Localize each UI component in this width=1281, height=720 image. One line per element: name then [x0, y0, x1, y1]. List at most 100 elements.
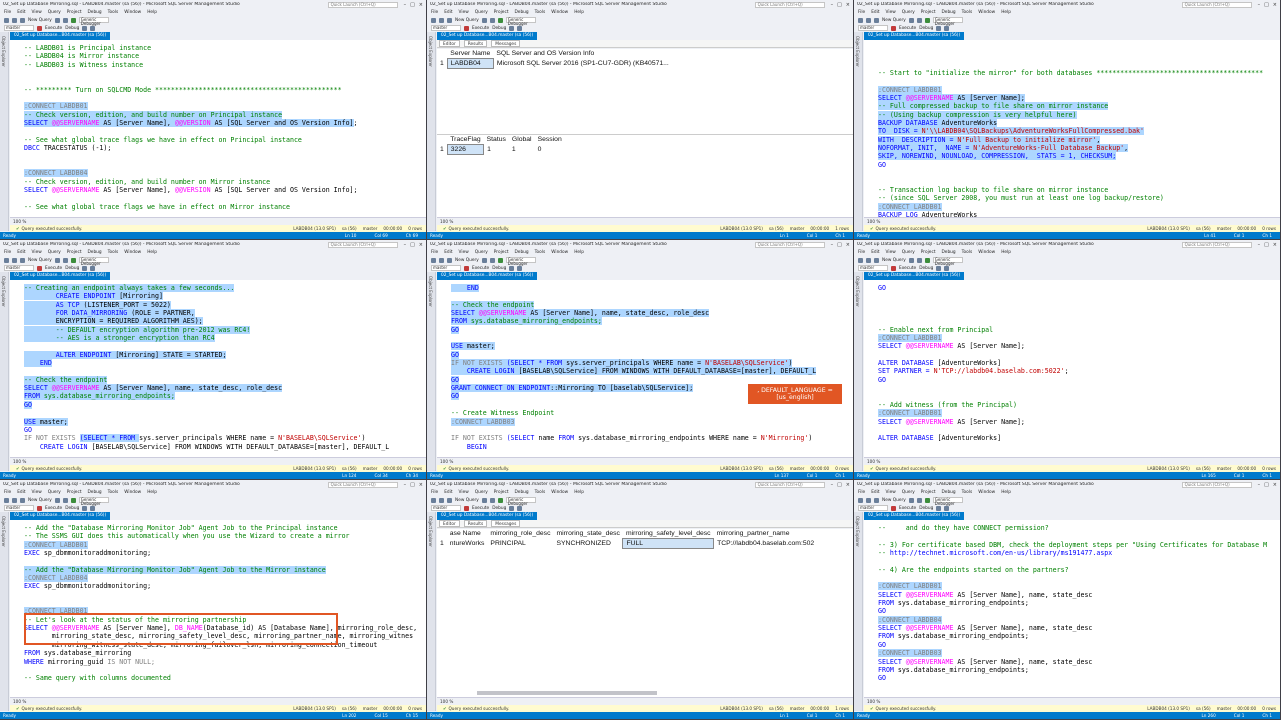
column-header[interactable]	[437, 135, 447, 145]
menu-project[interactable]: Project	[494, 490, 509, 495]
menu-window[interactable]: Window	[551, 10, 568, 15]
code-line[interactable]	[451, 426, 849, 434]
redo-icon[interactable]	[916, 497, 922, 503]
code-line[interactable]: FOR DATA_MIRRORING (ROLE = PARTNER,	[24, 309, 422, 318]
code-line[interactable]	[878, 532, 1276, 540]
close-icon[interactable]: ×	[419, 2, 423, 8]
menu-help[interactable]: Help	[574, 250, 584, 255]
code-line[interactable]: DBCC TRACESTATUS (-1);	[24, 144, 422, 152]
new-query-icon[interactable]	[447, 17, 452, 23]
code-line[interactable]: CREATE LOGIN [BASELAB\SQLService] FROM W…	[451, 367, 849, 376]
start-debugger-icon[interactable]	[924, 497, 930, 503]
database-select[interactable]: master	[4, 265, 34, 271]
start-debugger-icon[interactable]	[497, 17, 503, 23]
database-select[interactable]: master	[431, 505, 461, 511]
code-area[interactable]: -- Creating an endpoint always takes a f…	[24, 284, 422, 451]
database-select[interactable]: master	[858, 505, 888, 511]
debugger-select[interactable]: Generic Debugger	[932, 497, 963, 506]
close-icon[interactable]: ×	[1273, 482, 1277, 488]
save-icon[interactable]	[866, 17, 871, 23]
code-line[interactable]: CREATE LOGIN [BASELAB\SQLService] FROM W…	[24, 443, 422, 451]
close-icon[interactable]: ×	[846, 482, 850, 488]
save-icon[interactable]	[12, 17, 17, 23]
new-query-button[interactable]: New Query	[455, 498, 479, 503]
new-query-button[interactable]: New Query	[28, 498, 52, 503]
menu-edit[interactable]: Edit	[871, 250, 879, 255]
debugger-select[interactable]: Generic Debugger	[78, 497, 109, 506]
new-query-icon[interactable]	[20, 17, 25, 23]
menu-file[interactable]: File	[431, 490, 438, 495]
database-select[interactable]: master	[858, 25, 888, 31]
menu-tools[interactable]: Tools	[108, 490, 119, 495]
code-line[interactable]: -- Check the endpoint	[451, 300, 849, 309]
quick-launch-input[interactable]: Quick Launch (Ctrl+Q)	[754, 1, 825, 8]
code-area[interactable]: -- LABDB01 is Principal instance -- LABDB…	[24, 44, 422, 211]
code-line[interactable]: -- 3) For certificate based DBM, check t…	[878, 541, 1276, 549]
menu-view[interactable]: View	[32, 490, 42, 495]
parse-icon[interactable]	[82, 25, 88, 31]
quick-launch-input[interactable]: Quick Launch (Ctrl+Q)	[1181, 241, 1252, 248]
zoom-level[interactable]: 100 %	[440, 699, 453, 704]
table-row[interactable]: 1 ntureWorks PRINCIPAL SYNCHRONIZED FULL TCP:…	[437, 538, 817, 549]
results-grid[interactable]: TraceFlag Status Global Session 1 3226 1 1 0	[437, 135, 853, 217]
parse-icon[interactable]	[82, 265, 88, 271]
column-header[interactable]: mirroring_state_desc	[553, 529, 622, 539]
menu-tools[interactable]: Tools	[108, 250, 119, 255]
save-icon[interactable]	[12, 497, 17, 503]
menu-project[interactable]: Project	[494, 10, 509, 15]
results-to-grid-icon[interactable]	[944, 265, 950, 271]
menu-help[interactable]: Help	[147, 10, 157, 15]
code-line[interactable]: IF NOT EXISTS (SELECT * FROM sys.server_…	[451, 359, 849, 368]
menu-help[interactable]: Help	[1001, 10, 1011, 15]
code-line[interactable]	[24, 599, 422, 607]
code-line[interactable]: FROM sys.database_mirroring	[24, 649, 422, 657]
menu-debug[interactable]: Debug	[88, 250, 102, 255]
code-line[interactable]: -- Add the "Database Mirroring Monitor J…	[24, 524, 422, 532]
back-icon[interactable]	[431, 257, 436, 263]
undo-icon[interactable]	[481, 257, 487, 263]
back-icon[interactable]	[4, 497, 9, 503]
code-line[interactable]	[24, 194, 422, 202]
code-line[interactable]: GO	[24, 426, 422, 434]
execute-button[interactable]: Execute	[472, 506, 489, 511]
code-line[interactable]: SET PARTNER = N'TCP://labdb04.baselab.co…	[878, 367, 1276, 375]
code-line[interactable]: -- Check version, edition, and build num…	[24, 110, 422, 119]
minimize-icon[interactable]: –	[1258, 2, 1261, 8]
code-line[interactable]	[24, 77, 422, 85]
redo-icon[interactable]	[62, 17, 68, 23]
menu-help[interactable]: Help	[1001, 490, 1011, 495]
menu-edit[interactable]: Edit	[871, 10, 879, 15]
maximize-icon[interactable]: □	[410, 2, 415, 8]
object-explorer-strip[interactable]: Object Explorer	[0, 32, 9, 231]
object-explorer-strip[interactable]: Object Explorer	[0, 512, 9, 711]
code-area[interactable]: -- Add the "Database Mirroring Monitor J…	[24, 524, 422, 683]
menu-window[interactable]: Window	[124, 490, 141, 495]
menu-tools[interactable]: Tools	[962, 10, 973, 15]
start-debugger-icon[interactable]	[70, 17, 76, 23]
code-line[interactable]: -- 4) Are the endpoints started on the p…	[878, 566, 1276, 574]
object-explorer-strip[interactable]: Object Explorer	[854, 32, 863, 231]
back-icon[interactable]	[431, 497, 436, 503]
execute-button[interactable]: Execute	[45, 266, 62, 271]
document-tab[interactable]: 02_Set up Database...B04.master (sa (56)…	[864, 272, 965, 280]
menu-window[interactable]: Window	[551, 250, 568, 255]
quick-launch-input[interactable]: Quick Launch (Ctrl+Q)	[327, 481, 398, 488]
document-tab[interactable]: 02_Set up Database...B04.master (sa (56)…	[437, 512, 538, 520]
menu-project[interactable]: Project	[921, 250, 936, 255]
menu-query[interactable]: Query	[475, 490, 488, 495]
menu-window[interactable]: Window	[978, 490, 995, 495]
code-line[interactable]	[878, 392, 1276, 400]
new-query-icon[interactable]	[20, 257, 25, 263]
table-cell[interactable]: Microsoft SQL Server 2016 (SP1-CU7-GDR) …	[493, 59, 672, 69]
code-line[interactable]: -- Enable next from Principal	[878, 326, 1276, 334]
column-header[interactable]: SQL Server and OS Version Info	[493, 49, 672, 59]
menu-file[interactable]: File	[858, 10, 865, 15]
redo-icon[interactable]	[489, 497, 495, 503]
code-line[interactable]: ALTER DATABASE [AdventureWorks]	[878, 434, 1276, 442]
menu-view[interactable]: View	[459, 490, 469, 495]
code-line[interactable]	[24, 69, 422, 77]
code-line[interactable]: GO	[878, 674, 1276, 682]
code-area[interactable]: END -- Check the endpoint SELECT @@SERVER…	[451, 284, 849, 451]
code-line[interactable]: WITH DESCRIPTION = N'Full Backup to init…	[878, 135, 1276, 144]
menu-edit[interactable]: Edit	[871, 490, 879, 495]
